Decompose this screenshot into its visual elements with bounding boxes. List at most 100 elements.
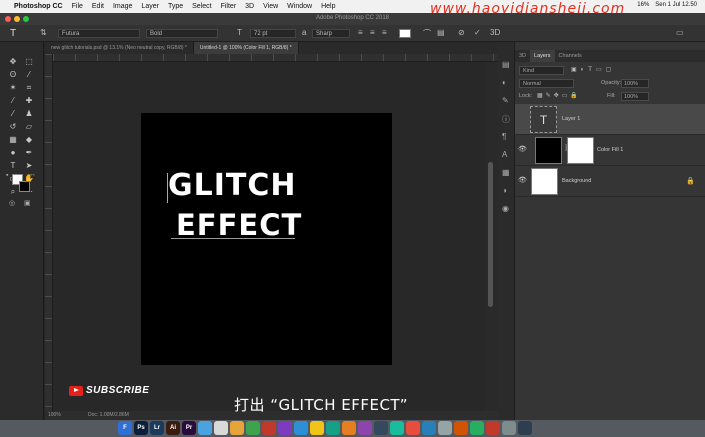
healing-brush-icon[interactable]: ✚ xyxy=(22,95,36,107)
lock-options-icons[interactable]: ▦✎✥▭🔒 xyxy=(537,92,581,99)
layer-row-color-fill-1[interactable]: 👁 ⛓ Color Fill 1 xyxy=(515,135,705,166)
layer-row-background[interactable]: 👁 Background 🔒 xyxy=(515,166,705,197)
text-tool-icon[interactable]: T xyxy=(6,160,20,172)
text-orientation-icon[interactable]: ⇅ xyxy=(40,28,47,37)
history-panel-icon[interactable]: ▤ xyxy=(502,60,510,69)
paragraph-panel-icon[interactable]: ¶ xyxy=(502,132,506,141)
dock-app-icon[interactable] xyxy=(230,421,244,435)
dock-app-icon[interactable] xyxy=(486,421,500,435)
adjustments-panel-icon[interactable]: ◑ xyxy=(502,186,507,195)
dock-app-icon[interactable] xyxy=(438,421,452,435)
text-color-swatch[interactable] xyxy=(399,29,411,38)
gradient-tool-icon[interactable]: ▦ xyxy=(6,134,20,146)
layer-row-layer-1[interactable]: T Layer 1 xyxy=(515,104,705,135)
tab-3d[interactable]: 3D xyxy=(515,50,530,62)
align-center-icon[interactable]: ≡ xyxy=(370,28,375,37)
commit-edit-icon[interactable]: ✓ xyxy=(474,28,481,37)
menu-select[interactable]: Select xyxy=(192,3,211,10)
battery-percent[interactable]: 16% xyxy=(637,2,649,8)
dock-app-icon[interactable] xyxy=(342,421,356,435)
menu-3d[interactable]: 3D xyxy=(245,3,254,10)
tab-channels[interactable]: Channels xyxy=(555,50,586,62)
properties-panel-icon[interactable]: ◐ xyxy=(502,78,507,87)
dock-app-icon[interactable] xyxy=(326,421,340,435)
document-size[interactable]: Doc: 1.00M/2.86M xyxy=(88,411,129,420)
text-bounding-box[interactable] xyxy=(167,173,168,203)
menu-image[interactable]: Image xyxy=(113,3,132,10)
font-size-select[interactable]: 72 pt xyxy=(250,29,296,38)
layer-name[interactable]: Color Fill 1 xyxy=(597,147,623,153)
dock-app-icon[interactable] xyxy=(198,421,212,435)
dock-app-icon[interactable] xyxy=(278,421,292,435)
visibility-eye-icon[interactable]: 👁 xyxy=(518,176,527,184)
menu-filter[interactable]: Filter xyxy=(221,3,237,10)
swatches-panel-icon[interactable]: ▦ xyxy=(502,168,510,177)
cancel-edit-icon[interactable]: ⊘ xyxy=(458,28,465,37)
canvas-text-line-2[interactable]: EFFECT xyxy=(176,208,376,242)
font-style-select[interactable]: Bold xyxy=(146,29,218,38)
tab-glitch-tutorials[interactable]: new glitch tutorials.psd @ 13.1% (Neo ne… xyxy=(45,42,194,54)
dock-app-icon[interactable]: Pr xyxy=(182,421,196,435)
dock-app-icon[interactable] xyxy=(518,421,532,435)
dock-app-icon[interactable] xyxy=(422,421,436,435)
brush-tool-icon[interactable]: ⁄ xyxy=(6,108,20,120)
blur-tool-icon[interactable]: ◆ xyxy=(22,134,36,146)
dock-app-icon[interactable] xyxy=(262,421,276,435)
font-family-select[interactable]: Futura xyxy=(58,29,140,38)
tab-untitled-1[interactable]: Untitled-1 @ 100% (Color Fill 1, RGB/8) … xyxy=(193,42,299,54)
app-menu[interactable]: Photoshop CC xyxy=(14,3,63,10)
history-brush-icon[interactable]: ↺ xyxy=(6,121,20,133)
menu-view[interactable]: View xyxy=(263,3,278,10)
clock[interactable]: Sen 1 Jul 12.50 xyxy=(655,2,697,8)
dock-app-icon[interactable] xyxy=(406,421,420,435)
character-panel-icon[interactable]: ▤ xyxy=(437,28,445,37)
horizontal-ruler[interactable] xyxy=(53,54,498,62)
dock-app-icon[interactable] xyxy=(358,421,372,435)
dock-app-icon[interactable] xyxy=(214,421,228,435)
dock-app-icon[interactable] xyxy=(454,421,468,435)
layer-name[interactable]: Layer 1 xyxy=(562,116,580,122)
stamp-tool-icon[interactable]: ♟ xyxy=(22,108,36,120)
filter-type-icons[interactable]: ▣◐T▭▢ xyxy=(571,66,615,73)
move-tool-icon[interactable]: ✥ xyxy=(6,56,20,68)
warp-text-icon[interactable]: ⌒ xyxy=(423,28,431,39)
align-left-icon[interactable]: ≡ xyxy=(358,28,363,37)
menu-edit[interactable]: Edit xyxy=(92,3,104,10)
scrollbar-thumb[interactable] xyxy=(488,162,493,307)
eraser-tool-icon[interactable]: ▱ xyxy=(22,121,36,133)
dock-app-icon[interactable] xyxy=(246,421,260,435)
dock-app-icon[interactable] xyxy=(390,421,404,435)
lasso-tool-icon[interactable]: ʘ xyxy=(6,69,20,81)
quick-mask-icon[interactable]: ◎ xyxy=(9,199,15,207)
blend-mode-select[interactable]: Normal xyxy=(519,79,574,88)
visibility-eye-icon[interactable]: 👁 xyxy=(518,145,527,153)
3d-text-icon[interactable]: 3D xyxy=(490,28,500,37)
info-panel-icon[interactable]: ⓘ xyxy=(502,114,510,125)
dock-app-icon[interactable] xyxy=(374,421,388,435)
crop-tool-icon[interactable]: ⌗ xyxy=(22,82,36,94)
document-canvas[interactable]: GLITCH EFFECT xyxy=(141,113,392,365)
zoom-tool-icon[interactable]: ⌕ xyxy=(6,186,20,198)
background-color-swatch[interactable] xyxy=(19,181,30,192)
vertical-ruler[interactable] xyxy=(45,54,53,411)
dock-app-icon[interactable] xyxy=(294,421,308,435)
layer-kind-filter[interactable]: Kind xyxy=(519,66,564,75)
canvas-vertical-scrollbar[interactable] xyxy=(485,62,498,411)
dock-app-icon[interactable]: Ps xyxy=(134,421,148,435)
menu-file[interactable]: File xyxy=(72,3,83,10)
opacity-input[interactable]: 100% xyxy=(621,79,649,88)
subscribe-badge[interactable]: SUBSCRIBE xyxy=(69,385,149,396)
pen-tool-icon[interactable]: ✒ xyxy=(22,147,36,159)
fill-input[interactable]: 100% xyxy=(621,92,649,101)
dock-app-icon[interactable]: F xyxy=(118,421,132,435)
canvas-text-line-1[interactable]: GLITCH xyxy=(168,168,368,203)
layer-mask-thumbnail[interactable] xyxy=(567,137,594,164)
zoom-level[interactable]: 100% xyxy=(48,411,61,420)
dock-app-icon[interactable]: Lr xyxy=(150,421,164,435)
dodge-tool-icon[interactable]: ● xyxy=(6,147,20,159)
type-tool-icon[interactable]: T xyxy=(10,28,16,39)
tab-layers[interactable]: Layers xyxy=(530,50,555,62)
dock-app-icon[interactable] xyxy=(310,421,324,435)
marquee-tool-icon[interactable]: ⬚ xyxy=(22,56,36,68)
screen-mode-icon[interactable]: ▣ xyxy=(24,199,31,207)
